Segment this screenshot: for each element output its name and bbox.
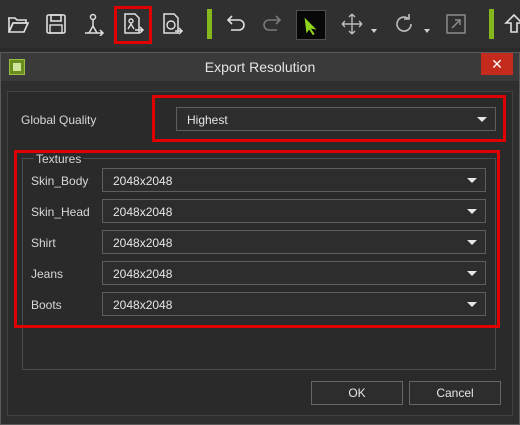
toolbar-separator-2 [489, 9, 494, 39]
global-quality-highlight [152, 95, 506, 142]
redo-icon[interactable] [257, 8, 289, 40]
global-quality-label: Global Quality [21, 113, 97, 127]
toolbar-separator [207, 9, 212, 39]
cancel-button[interactable]: Cancel [409, 381, 501, 405]
rotate-tool-icon[interactable] [388, 8, 420, 40]
main-toolbar [0, 0, 520, 48]
textures-highlight [14, 150, 500, 328]
export-object-icon[interactable] [156, 8, 188, 40]
select-tool-icon[interactable] [296, 10, 326, 40]
dialog-title: Export Resolution [204, 59, 316, 75]
close-button[interactable]: ✕ [481, 53, 513, 75]
move-tool-dropdown-icon[interactable] [371, 29, 377, 33]
scale-tool-icon[interactable] [440, 8, 472, 40]
save-icon[interactable] [40, 8, 72, 40]
rotate-tool-dropdown-icon[interactable] [424, 29, 430, 33]
dialog-titlebar: Export Resolution ✕ [1, 53, 519, 81]
undo-icon[interactable] [219, 8, 251, 40]
upload-icon[interactable] [498, 8, 520, 40]
export-tool-highlight [114, 6, 152, 44]
move-tool-icon[interactable] [336, 8, 368, 40]
open-icon[interactable] [2, 8, 34, 40]
export-fbx-icon[interactable] [78, 8, 110, 40]
ok-button[interactable]: OK [311, 381, 403, 405]
